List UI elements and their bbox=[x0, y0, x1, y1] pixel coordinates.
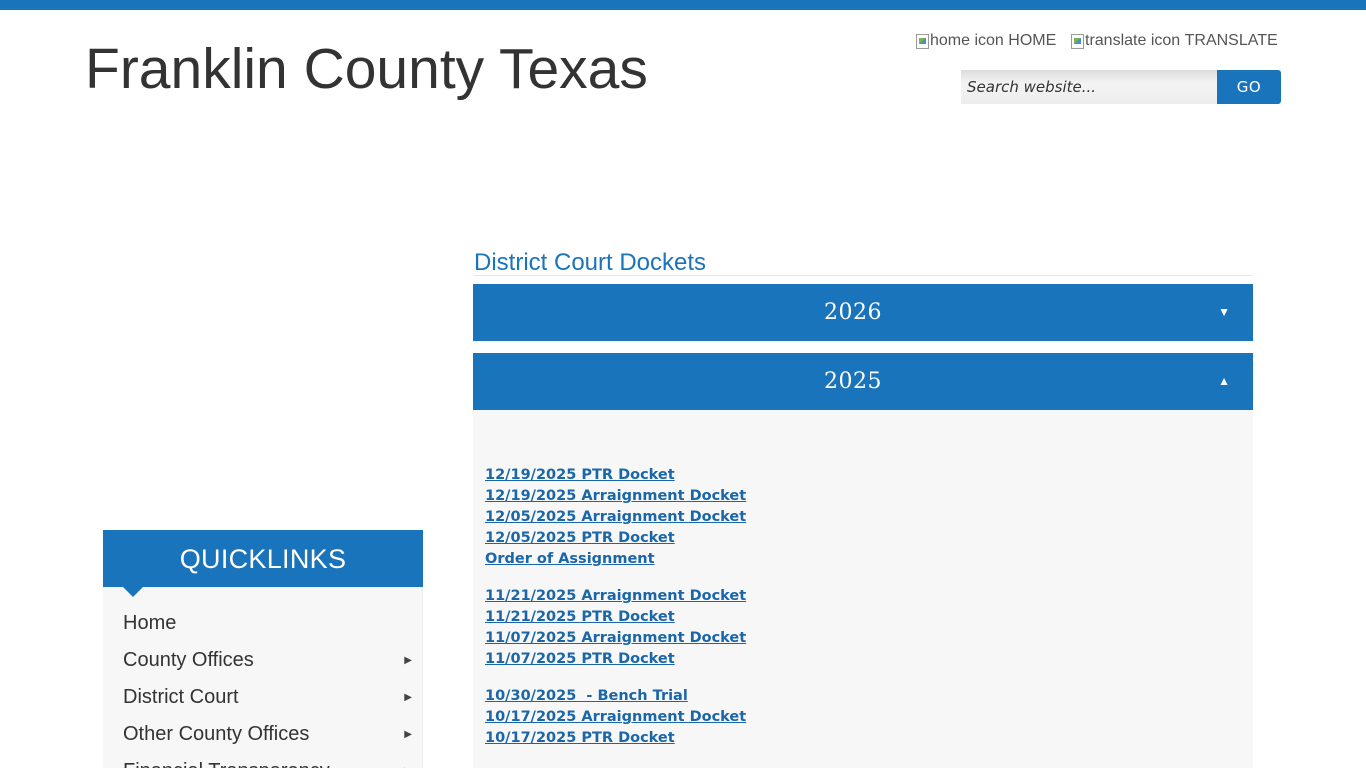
quicklink-label: County Offices bbox=[123, 649, 254, 671]
quicklink-county-offices[interactable]: County Offices ▶ bbox=[123, 642, 413, 679]
chevron-right-icon: ▶ bbox=[404, 729, 412, 740]
search-input[interactable] bbox=[961, 70, 1217, 104]
docket-group-november: 11/21/2025 Arraignment Docket 11/21/2025… bbox=[485, 586, 746, 670]
quicklinks-menu: Home County Offices ▶ District Court ▶ O… bbox=[103, 587, 423, 768]
translate-icon bbox=[1071, 33, 1084, 49]
quicklink-label: Home bbox=[123, 612, 177, 634]
docket-link[interactable]: 12/19/2025 PTR Docket bbox=[485, 465, 746, 486]
quicklinks-header-notch bbox=[123, 587, 143, 597]
quicklink-label: District Court bbox=[123, 686, 239, 708]
site-title[interactable]: Franklin County Texas bbox=[85, 36, 648, 102]
home-icon-alt: home icon bbox=[930, 32, 1004, 49]
accordion-year: 2026 bbox=[824, 300, 882, 325]
chevron-down-icon: ▼ bbox=[1218, 305, 1230, 319]
chevron-right-icon: ▶ bbox=[404, 692, 412, 703]
top-accent-bar bbox=[0, 0, 1366, 10]
docket-link[interactable]: 11/07/2025 PTR Docket bbox=[485, 649, 746, 670]
chevron-right-icon: ▶ bbox=[404, 753, 412, 768]
chevron-right-icon: ▶ bbox=[404, 655, 412, 666]
docket-link[interactable]: 10/30/2025 - Bench Trial bbox=[485, 686, 746, 707]
home-link-label: HOME bbox=[1008, 32, 1057, 49]
home-link[interactable]: home icon HOME bbox=[916, 32, 1056, 50]
quicklink-home[interactable]: Home bbox=[123, 605, 413, 642]
accordion-year: 2025 bbox=[824, 369, 882, 394]
translate-link[interactable]: translate icon TRANSLATE bbox=[1071, 32, 1278, 50]
quicklink-district-court[interactable]: District Court ▶ bbox=[123, 679, 413, 716]
accordion-panel-2025: 12/19/2025 PTR Docket 12/19/2025 Arraign… bbox=[473, 410, 1253, 768]
quicklinks-header: QUICKLINKS bbox=[103, 530, 423, 587]
docket-link[interactable]: 11/21/2025 PTR Docket bbox=[485, 607, 746, 628]
docket-group-december: 12/19/2025 PTR Docket 12/19/2025 Arraign… bbox=[485, 465, 746, 570]
translate-link-label: TRANSLATE bbox=[1184, 32, 1278, 49]
docket-link[interactable]: 10/17/2025 PTR Docket bbox=[485, 728, 746, 749]
docket-group-october: 10/30/2025 - Bench Trial 10/17/2025 Arra… bbox=[485, 686, 746, 749]
quicklink-other-county-offices[interactable]: Other County Offices ▶ bbox=[123, 716, 413, 753]
page-title: District Court Dockets bbox=[474, 249, 1252, 276]
utility-links: home icon HOME translate icon TRANSLATE bbox=[915, 32, 1281, 52]
docket-link[interactable]: 11/21/2025 Arraignment Docket bbox=[485, 586, 746, 607]
quicklink-financial-transparency[interactable]: Financial Transparency ▶ bbox=[123, 753, 413, 768]
site-search: GO bbox=[961, 70, 1281, 104]
docket-link[interactable]: 12/19/2025 Arraignment Docket bbox=[485, 486, 746, 507]
order-of-assignment-link[interactable]: Order of Assignment bbox=[485, 549, 746, 570]
home-icon bbox=[916, 33, 929, 49]
docket-link[interactable]: 12/05/2025 PTR Docket bbox=[485, 528, 746, 549]
accordion-header-2026[interactable]: 2026 ▼ bbox=[473, 284, 1253, 341]
translate-icon-alt: translate icon bbox=[1085, 32, 1181, 49]
quicklink-label: Other County Offices bbox=[123, 723, 310, 745]
search-go-button[interactable]: GO bbox=[1217, 70, 1281, 104]
docket-link[interactable]: 10/17/2025 Arraignment Docket bbox=[485, 707, 746, 728]
chevron-up-icon: ▲ bbox=[1218, 374, 1230, 388]
quicklink-label: Financial Transparency bbox=[123, 760, 330, 768]
accordion-header-2025[interactable]: 2025 ▲ bbox=[473, 353, 1253, 410]
docket-link[interactable]: 12/05/2025 Arraignment Docket bbox=[485, 507, 746, 528]
docket-link[interactable]: 11/07/2025 Arraignment Docket bbox=[485, 628, 746, 649]
